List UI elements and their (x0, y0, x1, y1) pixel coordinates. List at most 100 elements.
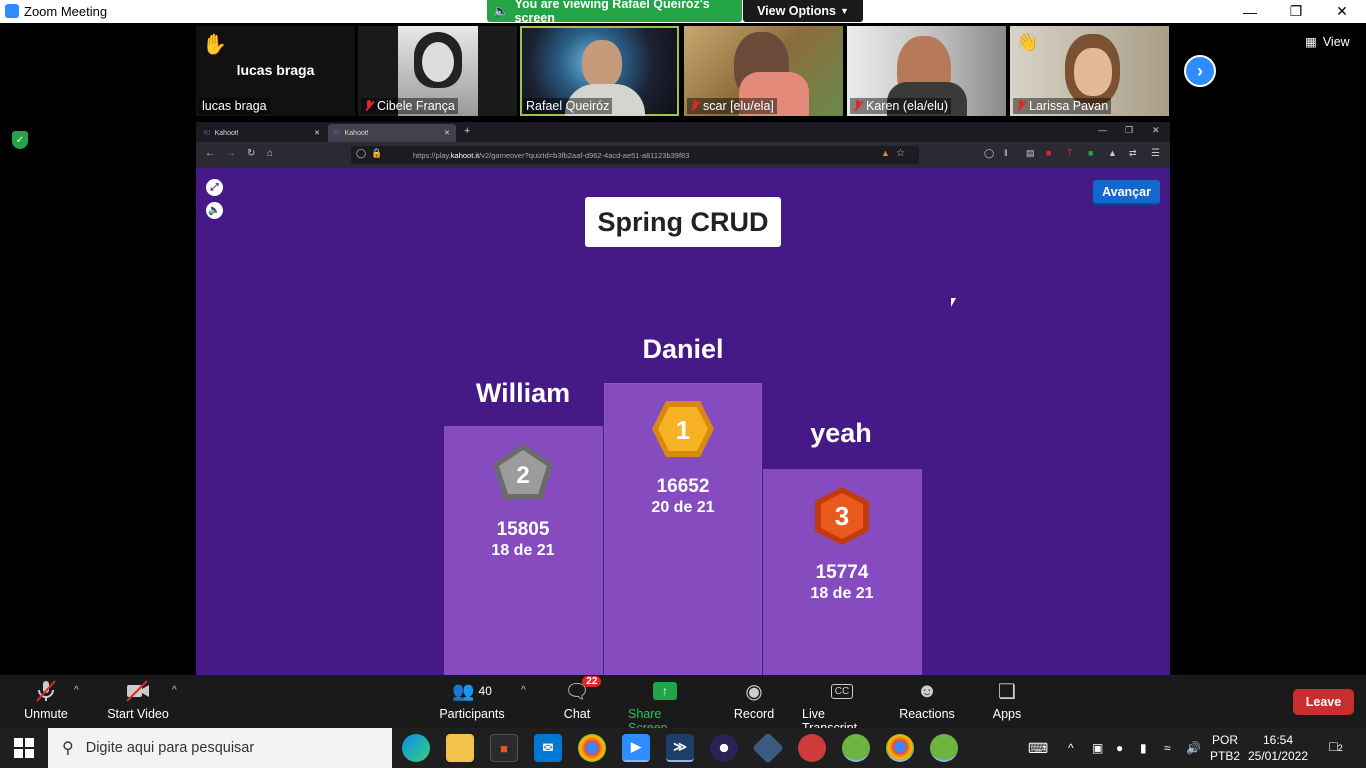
browser-tab-active[interactable]: K! Kahoot! ✕ (328, 124, 456, 142)
edge-icon[interactable] (402, 734, 430, 762)
keyboard-icon[interactable]: ⌨ (1028, 740, 1048, 756)
security-shield-icon[interactable]: ✓ (12, 131, 28, 149)
next-page-button[interactable]: › (1184, 55, 1216, 87)
participant-name-text: Larissa Pavan (1029, 99, 1109, 113)
library-icon[interactable]: ‖ (1004, 148, 1008, 158)
language-indicator[interactable]: POR PTB2 (1210, 732, 1240, 764)
browser-nav-bar: ← → ↻ ⌂ https://play. kahoot.it/v2/gameov… (196, 142, 1170, 168)
chrome-icon[interactable] (578, 734, 606, 762)
warning-icon[interactable]: ▲ (881, 148, 890, 158)
close-tab-icon[interactable]: ✕ (314, 129, 320, 137)
camera-tray-icon[interactable]: ▣ (1092, 740, 1103, 756)
view-options-button[interactable]: View Options ▼ (743, 0, 863, 22)
git-icon[interactable] (752, 732, 784, 764)
raised-hand-icon: ✋ (202, 34, 227, 56)
windows-taskbar: ⚲ Digite aqui para pesquisar ■ ✉ ▶ ≫ ⌨ ^… (0, 728, 1366, 768)
participants-options-caret[interactable]: ^ (521, 685, 526, 696)
minimize-button[interactable]: — (1227, 0, 1273, 23)
participant-tile[interactable]: ✋ lucas braga lucas braga (196, 26, 355, 116)
new-tab-button[interactable]: + (464, 125, 470, 137)
extension-arrows-icon[interactable]: ⇄ (1129, 148, 1137, 159)
bookmark-star-icon[interactable]: ☆ (896, 148, 905, 159)
next-button[interactable]: Avançar (1093, 180, 1160, 203)
participant-tile[interactable]: Rafael Queiróz (520, 26, 679, 116)
participant-name-text: scar [elu/ela] (703, 99, 774, 113)
spring-tool-icon[interactable] (842, 734, 870, 762)
volume-icon[interactable]: 🔊 (1186, 740, 1201, 756)
notifications-icon[interactable]: □2 (1324, 738, 1348, 756)
participant-tile[interactable]: 👋 Larissa Pavan (1010, 26, 1169, 116)
podium-name-third: yeah (810, 418, 872, 448)
microphone-tray-icon[interactable]: ● (1116, 740, 1123, 756)
zoom-icon[interactable]: ▶ (622, 734, 650, 762)
leave-button[interactable]: Leave (1293, 689, 1354, 715)
back-icon[interactable]: ← (205, 148, 215, 159)
address-bar[interactable]: https://play. kahoot.it/v2/gameover?quizI… (351, 146, 919, 164)
participant-tile[interactable]: scar [elu/ela] (684, 26, 843, 116)
chevron-right-icon: › (1197, 60, 1203, 81)
view-button[interactable]: ▦ View (1305, 34, 1350, 50)
live-transcript-button[interactable]: CC Live Transcript (802, 679, 882, 735)
clock-time: 16:54 (1262, 733, 1294, 747)
extension-icon[interactable]: ■ (1046, 148, 1051, 158)
restore-button[interactable]: ❐ (1273, 0, 1319, 23)
sound-icon[interactable]: 🔈 (206, 202, 223, 219)
close-tab-icon[interactable]: ✕ (444, 129, 450, 137)
postman-icon[interactable] (798, 734, 826, 762)
participants-button[interactable]: 👥 40 Participants (439, 679, 505, 722)
share-screen-button[interactable]: ↑ Share Screen (628, 679, 702, 735)
participant-tile[interactable]: Cibele França (358, 26, 517, 116)
mail-icon[interactable]: ✉ (534, 734, 562, 762)
shield-icon[interactable]: ◯ (356, 148, 366, 159)
reactions-button[interactable]: ☻ Reactions (899, 679, 955, 722)
file-explorer-icon[interactable] (446, 734, 474, 762)
browser-tab[interactable]: K! Kahoot! ✕ (198, 124, 326, 142)
microsoft-store-icon[interactable]: ■ (490, 734, 518, 762)
reload-icon[interactable]: ↻ (247, 148, 255, 159)
sidebar-icon[interactable]: ▤ (1026, 148, 1035, 159)
sharing-banner: 🔈 You are viewing Rafael Queiróz's scree… (487, 0, 742, 25)
extension-puzzle-icon[interactable]: ▲ (1108, 148, 1117, 158)
windows-start-icon[interactable] (14, 738, 34, 758)
podium-correct: 20 de 21 (651, 499, 715, 516)
extension-t-icon[interactable]: T (1067, 148, 1073, 158)
video-options-caret[interactable]: ^ (172, 685, 177, 696)
grid-icon: ▦ (1305, 35, 1317, 49)
tray-expand-icon[interactable]: ^ (1068, 740, 1074, 756)
apps-label: Apps (992, 707, 1022, 721)
audio-options-caret[interactable]: ^ (74, 685, 79, 696)
pocket-icon[interactable]: ◯ (984, 148, 994, 159)
start-video-button[interactable]: Start Video (106, 679, 170, 721)
participants-icon: 👥 40 (452, 680, 492, 701)
battery-icon[interactable]: ▮ (1140, 740, 1147, 756)
browser-minimize-button[interactable]: — (1098, 125, 1107, 135)
chrome-profile-icon[interactable] (886, 734, 914, 762)
microphone-muted-icon (34, 679, 58, 703)
extension-green-icon[interactable]: ■ (1088, 148, 1093, 158)
spring-boot-icon[interactable] (930, 734, 958, 762)
fullscreen-icon[interactable]: ⤢ (206, 179, 223, 196)
apps-button[interactable]: ❏ Apps (990, 679, 1024, 722)
record-button[interactable]: ◉ Record (734, 679, 774, 722)
podium-name-first: Daniel (642, 334, 724, 364)
clock[interactable]: 16:54 25/01/2022 (1246, 732, 1310, 764)
vscode-icon[interactable]: ≫ (666, 734, 694, 762)
taskbar-search[interactable]: ⚲ Digite aqui para pesquisar (48, 728, 392, 768)
menu-icon[interactable]: ☰ (1151, 148, 1160, 159)
forward-icon[interactable]: → (226, 148, 236, 159)
home-icon[interactable]: ⌂ (267, 148, 273, 159)
lock-icon[interactable]: 🔒 (371, 148, 382, 159)
bronze-medal-icon: 3 (815, 487, 869, 545)
podium-name-second: William (475, 378, 571, 408)
unmute-button[interactable]: Unmute (20, 679, 72, 721)
close-button[interactable]: ✕ (1319, 0, 1365, 23)
participant-tile[interactable]: Karen (ela/elu) (847, 26, 1006, 116)
browser-restore-button[interactable]: ❐ (1125, 125, 1133, 136)
chat-button[interactable]: 🗨 22 Chat (560, 676, 602, 721)
participant-name-text: Rafael Queiróz (526, 99, 610, 113)
browser-close-button[interactable]: ✕ (1152, 125, 1160, 136)
wifi-icon[interactable]: ≈ (1164, 740, 1171, 756)
eclipse-icon[interactable] (710, 734, 738, 762)
participants-label: Participants (439, 707, 505, 721)
muted-mic-icon (690, 100, 700, 112)
